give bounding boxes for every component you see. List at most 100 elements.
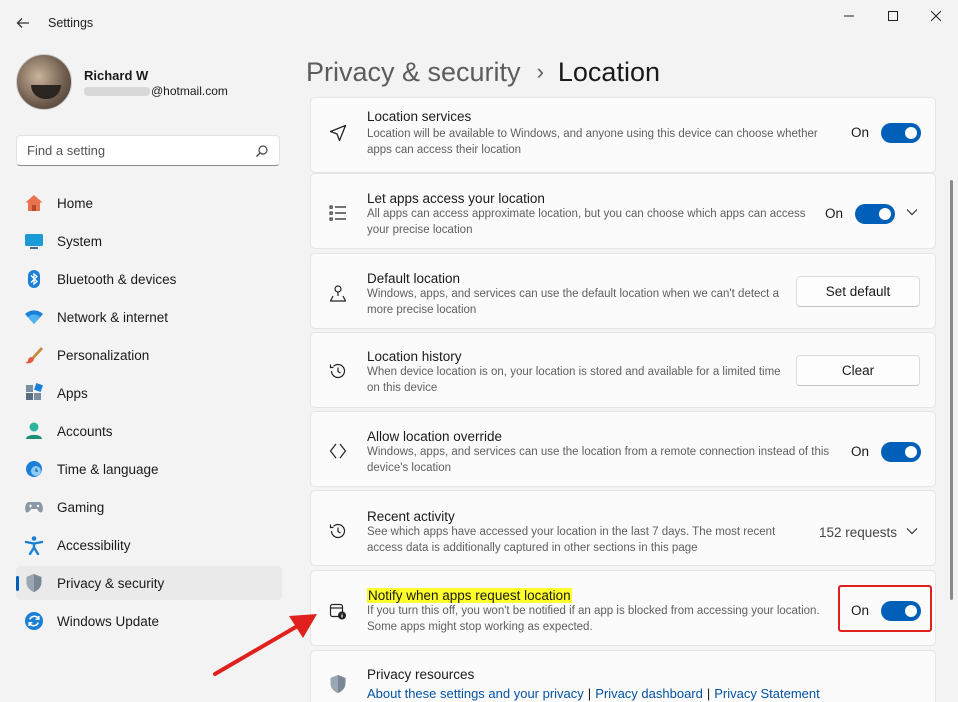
sidebar-item-label: Time & language (57, 461, 159, 477)
gaming-icon (24, 497, 44, 517)
sidebar-item-label: Windows Update (57, 613, 160, 629)
notify-icon (327, 600, 349, 622)
card-title: Notify when apps request location (367, 588, 572, 603)
sidebar-item-label: Accounts (57, 423, 113, 439)
chevron-down-icon[interactable] (905, 205, 919, 219)
request-count: 152 requests (819, 525, 898, 540)
sidebar-item-label: Personalization (57, 347, 150, 363)
search-box[interactable] (16, 135, 280, 166)
highlighted-title: Notify when apps request location (367, 588, 572, 603)
bluetooth-icon (24, 269, 44, 289)
card-description: When device location is on, your locatio… (367, 366, 781, 394)
map-pin-icon (327, 282, 349, 304)
back-arrow-icon[interactable] (12, 12, 34, 34)
shield-icon (24, 573, 44, 593)
sidebar-item-accounts[interactable]: Accounts (16, 414, 282, 448)
shield-icon (327, 673, 349, 695)
privacy-dashboard-link[interactable]: Privacy dashboard (595, 686, 703, 701)
sidebar-item-privacy-security[interactable]: Privacy & security (16, 566, 282, 600)
maximize-icon[interactable] (870, 0, 916, 32)
accessibility-icon (24, 535, 44, 555)
card-title: Privacy resources (367, 667, 475, 682)
breadcrumb-parent[interactable]: Privacy & security (306, 57, 521, 88)
page-title: Location (557, 56, 660, 87)
title-bar: Settings (0, 0, 958, 46)
sidebar-item-apps[interactable]: Apps (16, 376, 282, 410)
set-default-button[interactable]: Set default (796, 276, 920, 307)
sidebar-nav: Home System Bluetooth & devices Network … (16, 186, 282, 642)
privacy-links: About these settings and your privacy | Pr… (367, 686, 820, 701)
brush-icon (24, 345, 44, 365)
card-description: See which apps have accessed your locati… (367, 526, 776, 554)
override-icon (327, 440, 349, 462)
location-override-card: Allow location override Windows, apps, a… (310, 411, 936, 487)
about-privacy-link[interactable]: About these settings and your privacy (367, 686, 584, 701)
sidebar-item-accessibility[interactable]: Accessibility (16, 528, 282, 562)
user-name: Richard W (84, 68, 149, 83)
sidebar-item-network[interactable]: Network & internet (16, 300, 282, 334)
card-title: Default location (367, 271, 461, 286)
location-services-card: Location services Location will be avail… (310, 97, 936, 173)
sidebar-item-label: Home (57, 195, 94, 211)
sidebar-item-label: Apps (57, 385, 88, 401)
sidebar-item-personalization[interactable]: Personalization (16, 338, 282, 372)
card-description: If you turn this off, you won't be notif… (367, 605, 820, 633)
avatar[interactable] (16, 54, 72, 110)
sidebar-item-label: Gaming (57, 499, 105, 515)
apps-access-location-card[interactable]: Let apps access your location All apps c… (310, 173, 936, 249)
clear-button[interactable]: Clear (796, 355, 920, 386)
toggle-state-label: On (851, 444, 870, 459)
location-services-toggle[interactable] (881, 123, 921, 143)
sidebar-item-label: Accessibility (57, 537, 131, 553)
card-title: Location services (367, 109, 472, 124)
search-icon[interactable] (255, 144, 269, 158)
redacted-email-blur (84, 87, 150, 97)
annotation-highlight-box (838, 585, 932, 632)
sidebar-item-label: Privacy & security (57, 575, 165, 591)
sidebar-item-label: Network & internet (57, 309, 169, 325)
accounts-icon (24, 421, 44, 441)
search-input[interactable] (17, 136, 237, 165)
email-domain: @hotmail.com (151, 84, 228, 98)
default-location-card: Default location Windows, apps, and serv… (310, 253, 936, 329)
sidebar-item-home[interactable]: Home (16, 186, 282, 220)
list-icon (327, 202, 349, 224)
sidebar-item-system[interactable]: System (16, 224, 282, 258)
sidebar-item-label: Bluetooth & devices (57, 271, 177, 287)
windows-update-icon (24, 611, 44, 631)
location-arrow-icon (327, 122, 349, 144)
link-divider: | (587, 686, 592, 701)
card-title: Allow location override (367, 429, 503, 444)
privacy-resources-card: Privacy resources About these settings a… (310, 650, 936, 702)
location-history-card: Location history When device location is… (310, 332, 936, 408)
time-language-icon (24, 459, 44, 479)
toggle-state-label: On (825, 206, 844, 221)
minimize-icon[interactable] (826, 0, 872, 32)
card-description: All apps can access approximate location… (367, 208, 806, 236)
toggle-state-label: On (851, 125, 870, 140)
user-email: @hotmail.com (84, 84, 228, 98)
history-icon (327, 520, 349, 542)
close-icon[interactable] (913, 0, 958, 32)
card-description: Windows, apps, and services can use the … (367, 288, 779, 316)
card-description: Location will be available to Windows, a… (367, 128, 818, 156)
scrollbar[interactable] (950, 180, 953, 600)
sidebar-item-bluetooth[interactable]: Bluetooth & devices (16, 262, 282, 296)
card-description: Windows, apps, and services can use the … (367, 446, 830, 474)
network-icon (24, 307, 44, 327)
system-icon (24, 231, 44, 251)
chevron-right-icon: › (536, 59, 544, 84)
sidebar-item-label: System (57, 233, 103, 249)
privacy-statement-link[interactable]: Privacy Statement (714, 686, 820, 701)
link-divider: | (706, 686, 711, 701)
card-title: Let apps access your location (367, 191, 545, 206)
sidebar-item-time-language[interactable]: Time & language (16, 452, 282, 486)
location-override-toggle[interactable] (881, 442, 921, 462)
chevron-down-icon[interactable] (905, 524, 919, 538)
recent-activity-card[interactable]: Recent activity See which apps have acce… (310, 490, 936, 566)
sidebar-item-gaming[interactable]: Gaming (16, 490, 282, 524)
app-title: Settings (48, 16, 94, 30)
apps-icon (24, 383, 44, 403)
history-icon (327, 360, 349, 382)
apps-access-location-toggle[interactable] (855, 204, 895, 224)
